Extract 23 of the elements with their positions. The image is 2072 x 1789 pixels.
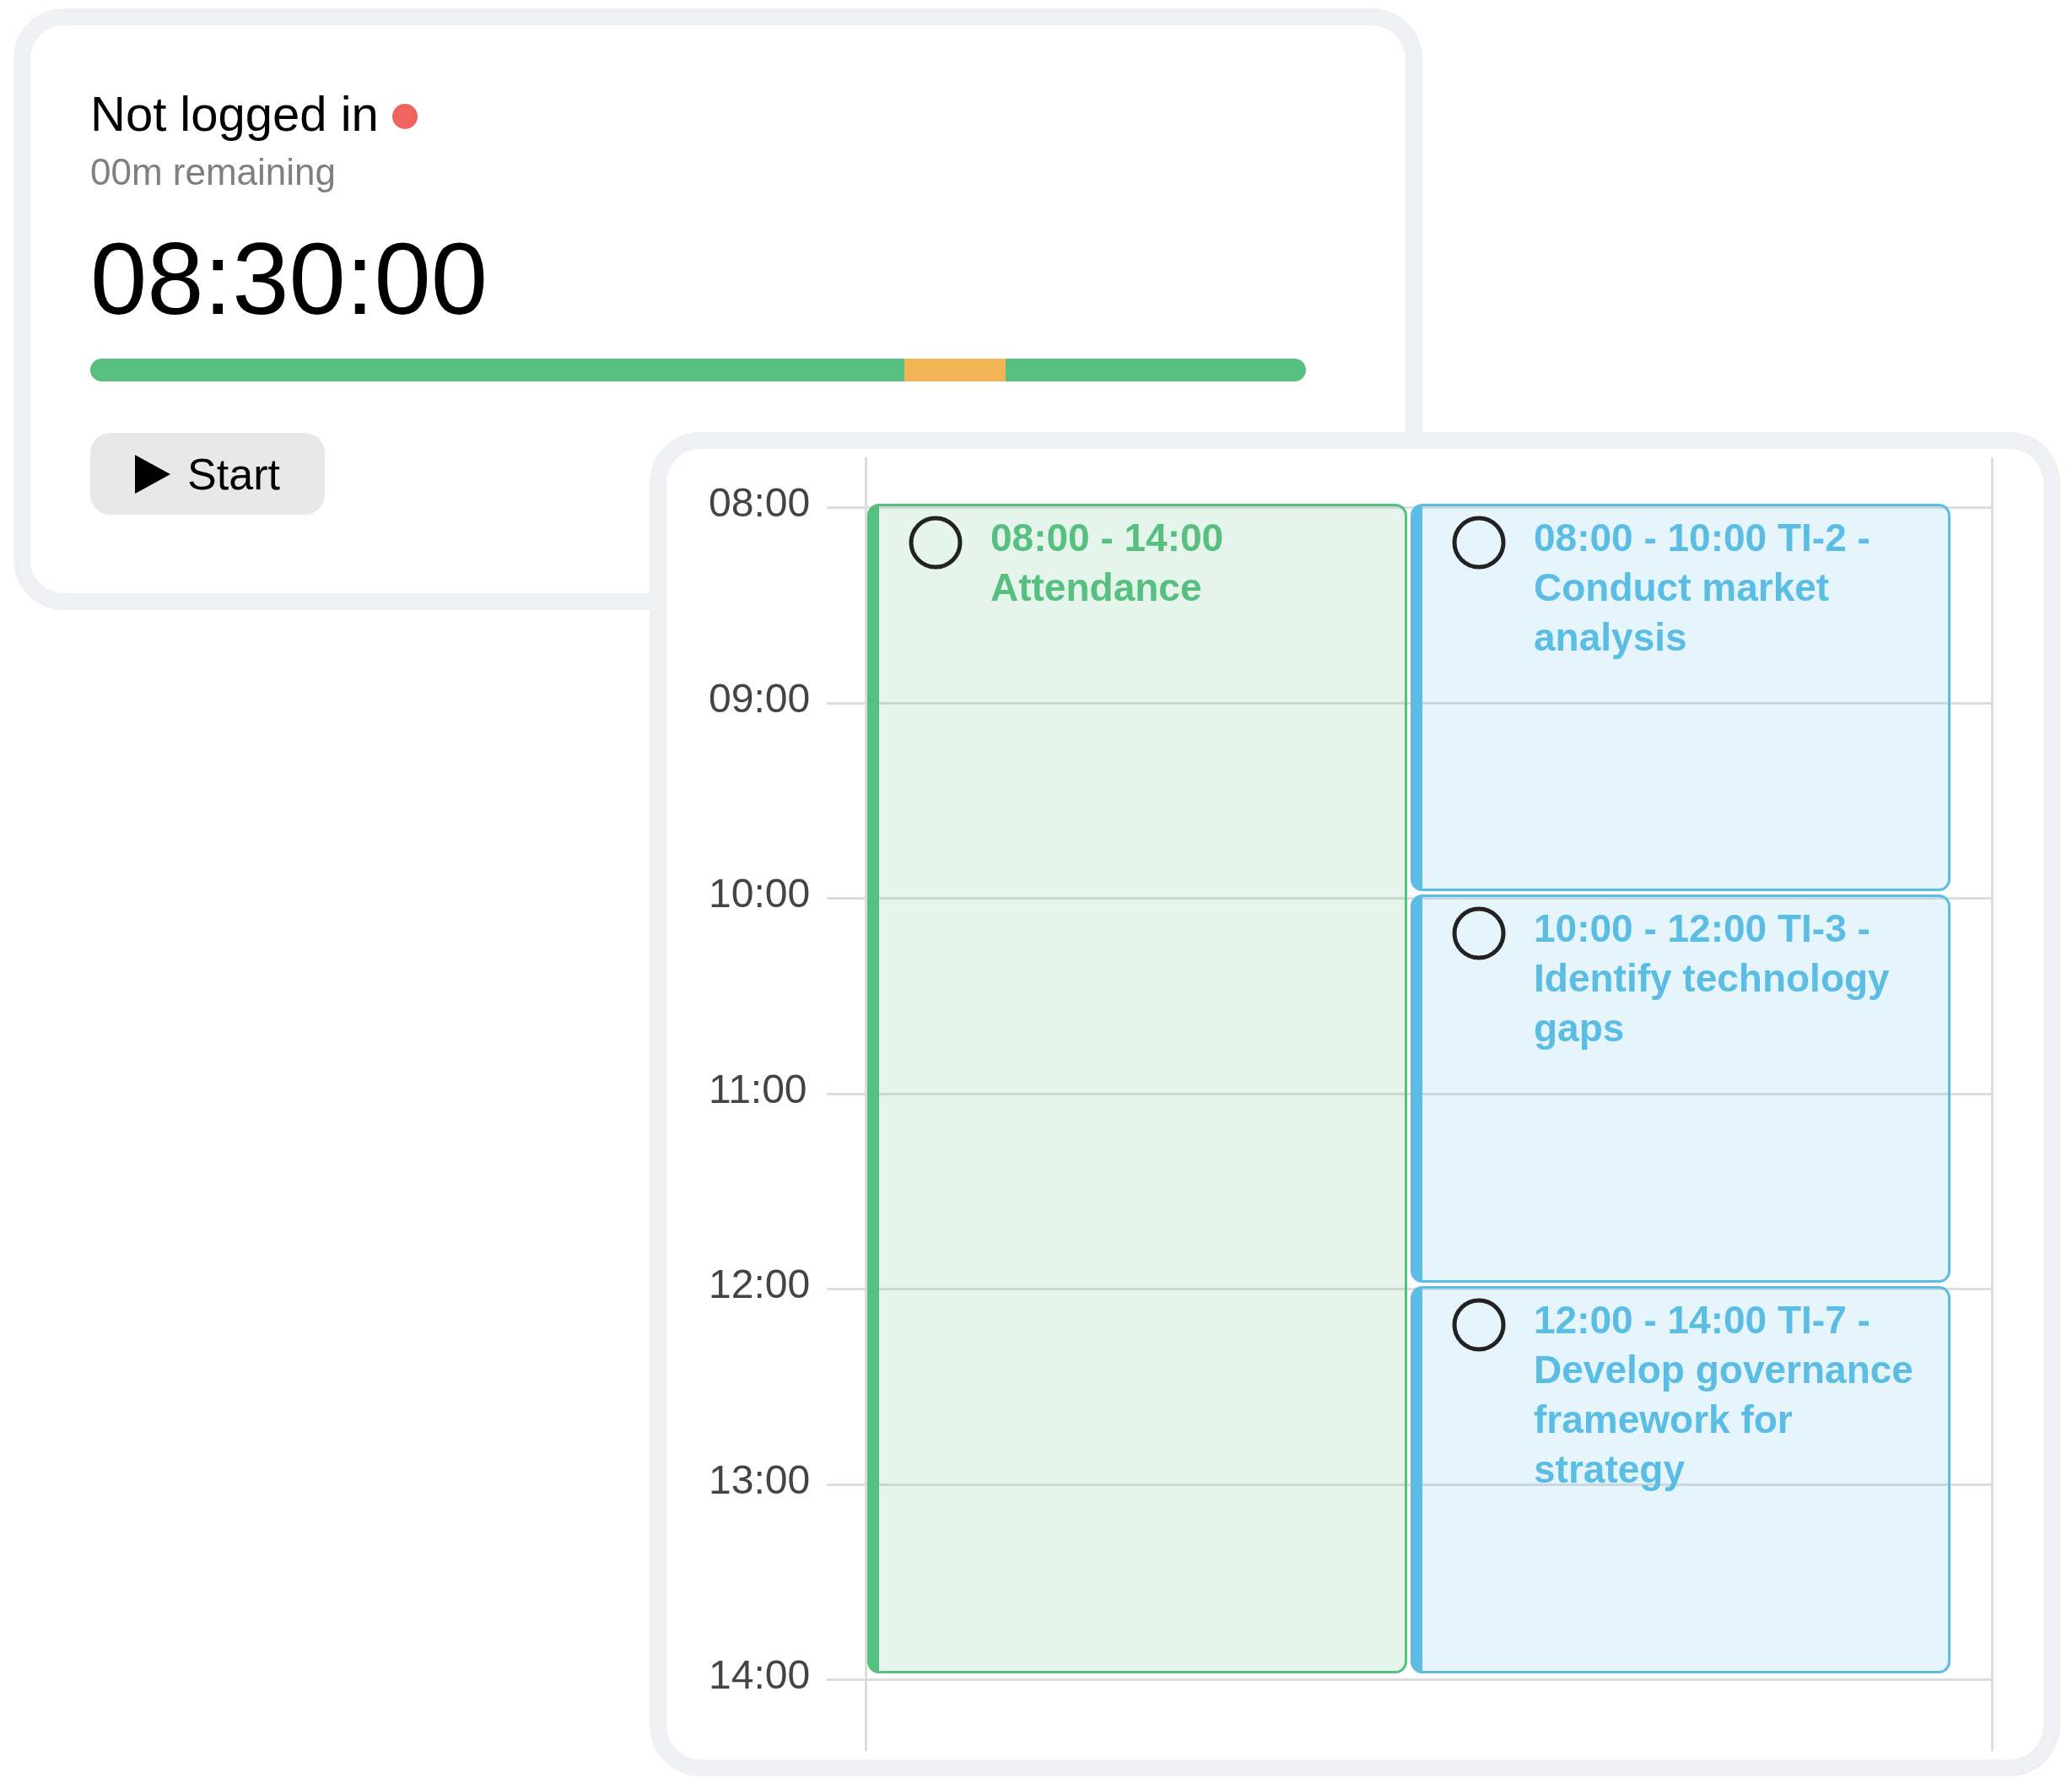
play-icon bbox=[135, 454, 171, 494]
hour-label: 09:00 bbox=[709, 678, 811, 719]
event-text: 08:00 - 10:00 TI-2 - Conduct market analysis bbox=[1534, 515, 1871, 661]
event-text: 12:00 - 14:00 TI-7 - Develop governance framework for strategy bbox=[1534, 1296, 1914, 1493]
hour-label: 08:00 bbox=[709, 483, 811, 523]
circle-icon[interactable] bbox=[1451, 515, 1507, 570]
circle-icon[interactable] bbox=[1451, 1296, 1507, 1353]
circle-icon[interactable] bbox=[908, 515, 963, 570]
hour-label: 10:00 bbox=[709, 873, 811, 914]
calendar-event[interactable]: 08:00 - 10:00 TI-2 - Conduct market analysis bbox=[1411, 504, 1951, 892]
hour-label: 14:00 bbox=[709, 1655, 811, 1695]
calendar-event[interactable]: 10:00 - 12:00 TI-3 - Identify technology gaps bbox=[1411, 894, 1951, 1283]
calendar-event[interactable]: 12:00 - 14:00 TI-7 - Develop governance framework for strategy bbox=[1411, 1285, 1951, 1673]
hour-label: 13:00 bbox=[709, 1459, 811, 1500]
event-text: 10:00 - 12:00 TI-3 - Identify technology gaps bbox=[1534, 905, 1891, 1052]
event-text: 08:00 - 14:00 Attendance bbox=[990, 515, 1225, 611]
hour-label: 12:00 bbox=[709, 1264, 811, 1305]
calendar-event[interactable]: 08:00 - 14:00 Attendance bbox=[867, 504, 1407, 1673]
timer-display: 08:30:00 bbox=[90, 228, 488, 330]
start-button[interactable]: Start bbox=[90, 433, 325, 515]
remaining-time-text: 00m remaining bbox=[90, 154, 337, 191]
hour-label: 11:00 bbox=[709, 1068, 807, 1110]
circle-icon[interactable] bbox=[1451, 905, 1507, 962]
